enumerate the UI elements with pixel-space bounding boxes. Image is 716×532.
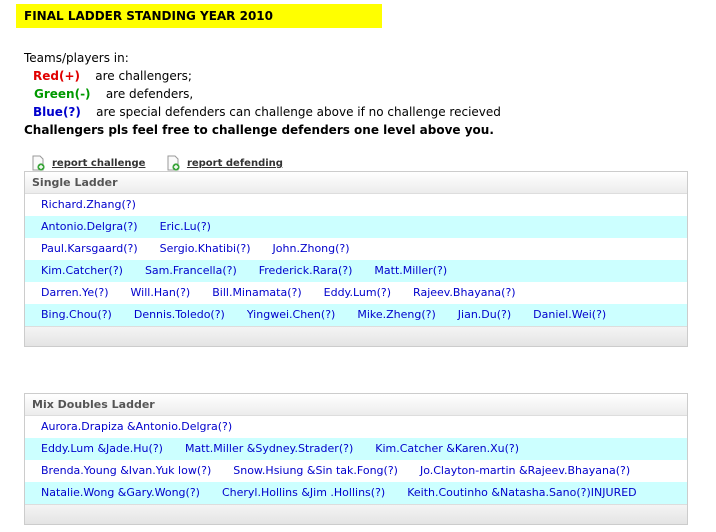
mix-doubles-ladder-rows: Aurora.Drapiza &Antonio.Delgra(?) Eddy.Lu… xyxy=(25,416,687,504)
player-link[interactable]: Will.Han(?) xyxy=(131,286,191,299)
ladder-row: Richard.Zhang(?) xyxy=(25,194,687,216)
player-link[interactable]: Jian.Du(?) xyxy=(458,308,511,321)
report-challenge-label: report challenge xyxy=(52,157,146,169)
player-link[interactable]: Natalie.Wong &Gary.Wong(?) xyxy=(41,486,200,499)
page-title: FINAL LADDER STANDING YEAR 2010 xyxy=(24,9,273,23)
player-link[interactable]: Keith.Coutinho &Natasha.Sano(?)INJURED xyxy=(407,486,636,499)
legend-red-desc: are challengers; xyxy=(95,69,192,83)
player-link[interactable]: Frederick.Rara(?) xyxy=(259,264,353,277)
ladder-row: Brenda.Young &Ivan.Yuk low(?) Snow.Hsiung… xyxy=(25,460,687,482)
player-link[interactable]: Yingwei.Chen(?) xyxy=(247,308,335,321)
player-link[interactable]: Eric.Lu(?) xyxy=(160,220,211,233)
ladder-row: Bing.Chou(?) Dennis.Toledo(?) Yingwei.Chen… xyxy=(25,304,687,326)
report-defending-link[interactable]: report defending xyxy=(165,155,283,171)
single-ladder-panel: Single Ladder Richard.Zhang(?) Antonio.De… xyxy=(24,171,688,347)
ladder-row: Kim.Catcher(?) Sam.Francella(?) Frederick.… xyxy=(25,260,687,282)
legend-green-label: Green(-) xyxy=(34,87,91,101)
legend-intro: Teams/players in: xyxy=(24,51,129,65)
legend-red-line: Red(+) are challengers; xyxy=(33,67,501,85)
document-add-icon xyxy=(167,155,180,171)
legend-blue-line: Blue(?) are special defenders can challe… xyxy=(33,103,501,121)
player-link[interactable]: Antonio.Delgra(?) xyxy=(41,220,138,233)
player-link[interactable]: Richard.Zhang(?) xyxy=(41,198,136,211)
player-link[interactable]: Jo.Clayton-martin &Rajeev.Bhayana(?) xyxy=(420,464,630,477)
mix-doubles-ladder-title: Mix Doubles Ladder xyxy=(25,394,687,416)
player-link[interactable]: Rajeev.Bhayana(?) xyxy=(413,286,516,299)
player-link[interactable]: Dennis.Toledo(?) xyxy=(134,308,225,321)
player-link[interactable]: Eddy.Lum(?) xyxy=(324,286,391,299)
player-link[interactable]: Daniel.Wei(?) xyxy=(533,308,606,321)
player-link[interactable]: Bing.Chou(?) xyxy=(41,308,112,321)
mix-doubles-ladder-panel: Mix Doubles Ladder Aurora.Drapiza &Anton… xyxy=(24,393,688,525)
ladder-row: Aurora.Drapiza &Antonio.Delgra(?) xyxy=(25,416,687,438)
player-link[interactable]: Paul.Karsgaard(?) xyxy=(41,242,138,255)
player-link[interactable]: Cheryl.Hollins &Jim .Hollins(?) xyxy=(222,486,385,499)
player-link[interactable]: Darren.Ye(?) xyxy=(41,286,109,299)
legend-blue-desc: are special defenders can challenge abov… xyxy=(96,105,501,119)
single-ladder-title: Single Ladder xyxy=(25,172,687,194)
player-link[interactable]: Mike.Zheng(?) xyxy=(357,308,435,321)
player-link[interactable]: John.Zhong(?) xyxy=(273,242,350,255)
report-actions: report challenge report defending xyxy=(30,155,299,171)
mix-doubles-ladder-footer xyxy=(25,504,687,524)
ladder-row: Darren.Ye(?) Will.Han(?) Bill.Minamata(?) E… xyxy=(25,282,687,304)
legend: Teams/players in: Red(+) are challengers… xyxy=(24,49,501,139)
ladder-row: Eddy.Lum &Jade.Hu(?) Matt.Miller &Sydney.… xyxy=(25,438,687,460)
legend-red-label: Red(+) xyxy=(33,69,80,83)
page-title-banner: FINAL LADDER STANDING YEAR 2010 xyxy=(16,4,382,28)
player-link[interactable]: Bill.Minamata(?) xyxy=(212,286,301,299)
document-add-icon xyxy=(32,155,45,171)
player-link[interactable]: Sergio.Khatibi(?) xyxy=(160,242,251,255)
report-defending-label: report defending xyxy=(186,157,283,169)
single-ladder-rows: Richard.Zhang(?) Antonio.Delgra(?) Eric.Lu… xyxy=(25,194,687,326)
player-link[interactable]: Kim.Catcher &Karen.Xu(?) xyxy=(375,442,519,455)
player-link[interactable]: Matt.Miller &Sydney.Strader(?) xyxy=(185,442,353,455)
single-ladder-footer xyxy=(25,326,687,346)
player-link[interactable]: Matt.Miller(?) xyxy=(374,264,447,277)
ladder-row: Antonio.Delgra(?) Eric.Lu(?) xyxy=(25,216,687,238)
legend-blue-label: Blue(?) xyxy=(33,105,81,119)
ladder-row: Paul.Karsgaard(?) Sergio.Khatibi(?) John.Z… xyxy=(25,238,687,260)
player-link[interactable]: Eddy.Lum &Jade.Hu(?) xyxy=(41,442,163,455)
legend-green-desc: are defenders, xyxy=(105,87,194,101)
player-link[interactable]: Brenda.Young &Ivan.Yuk low(?) xyxy=(41,464,211,477)
player-link[interactable]: Aurora.Drapiza &Antonio.Delgra(?) xyxy=(41,420,232,433)
legend-green-line: Green(-) are defenders, xyxy=(34,85,501,103)
report-challenge-link[interactable]: report challenge xyxy=(30,155,145,171)
ladder-row: Natalie.Wong &Gary.Wong(?) Cheryl.Hollins… xyxy=(25,482,687,504)
legend-note: Challengers pls feel free to challenge d… xyxy=(24,123,494,137)
player-link[interactable]: Snow.Hsiung &Sin tak.Fong(?) xyxy=(233,464,398,477)
player-link[interactable]: Kim.Catcher(?) xyxy=(41,264,123,277)
player-link[interactable]: Sam.Francella(?) xyxy=(145,264,237,277)
